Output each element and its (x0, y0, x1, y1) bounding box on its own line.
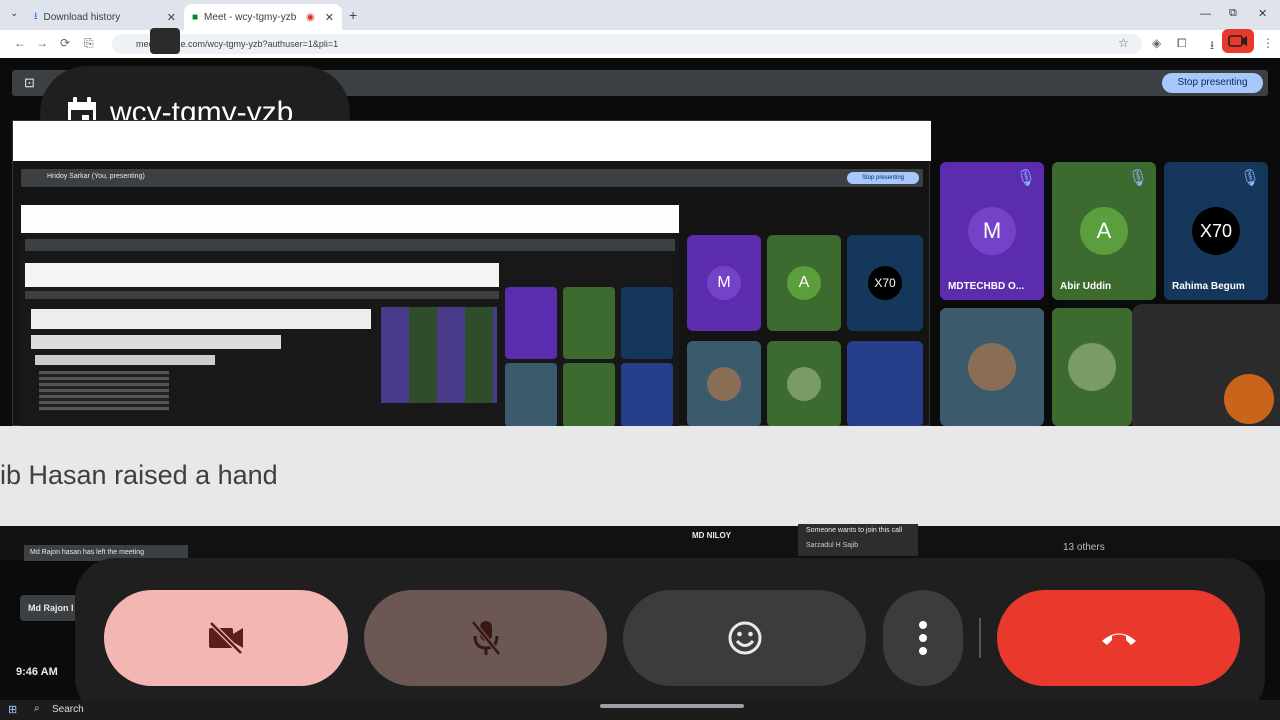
present-icon: ⊡ (24, 75, 35, 90)
maximize-icon[interactable]: ⧉ (1229, 7, 1237, 20)
close-icon[interactable]: ✕ (167, 11, 176, 24)
forward-icon[interactable]: → (36, 36, 48, 50)
window-close-icon[interactable]: ✕ (1258, 7, 1267, 20)
controls-divider (979, 618, 981, 658)
reactions-button[interactable] (623, 590, 866, 686)
taskbar-search-icon[interactable]: ⌕ (34, 703, 40, 714)
back-icon[interactable]: ← (14, 36, 26, 50)
join-request-text: Someone wants to join this call (806, 527, 903, 534)
clock: 9:46 AM (16, 666, 58, 678)
inner-presenting-title: Hridoy Sarkar (You, presenting) (47, 173, 145, 180)
recording-icon: ◉ (306, 11, 315, 23)
meet-icon: ■ (192, 11, 199, 23)
avatar: A (1080, 207, 1128, 255)
tab-layout-icon[interactable]: ⎘ (84, 36, 94, 51)
menu-kebab-icon[interactable]: ⋮ (1262, 36, 1274, 50)
gesture-home-bar[interactable] (600, 704, 744, 708)
shared-screen: Hridoy Sarkar (You, presenting) Stop pre… (12, 120, 931, 427)
tab-search-icon[interactable]: ⌄ (10, 8, 18, 19)
raised-hand-notice: ib Hasan raised a hand (0, 460, 278, 490)
more-vert-icon (919, 621, 927, 655)
windows-start-icon[interactable]: ⊞ (8, 703, 17, 716)
emoji-icon (728, 621, 761, 655)
tab-meet[interactable]: ■ Meet - wcy-tgmy-yzb ◉ ✕ (184, 4, 342, 30)
url-bar[interactable]: meet.google.com/wcy-tgmy-yzb?authuser=1&… (112, 34, 1142, 54)
participant-tile[interactable] (1052, 308, 1132, 426)
others-count: 13 others (1063, 542, 1105, 553)
mic-off-icon: 🎙 (1127, 170, 1148, 187)
mic-off-icon (470, 620, 501, 656)
puzzle-icon[interactable]: ⧠ (1177, 36, 1187, 51)
join-request-name: Sarzadul H Sajib (806, 542, 859, 549)
bookmark-star-icon[interactable]: ☆ (1118, 36, 1129, 50)
camera-off-icon (209, 621, 243, 655)
os-taskbar (0, 700, 1280, 720)
participant-tile[interactable]: 🎙 A Abir Uddin (1052, 162, 1156, 300)
avatar-photo (1068, 343, 1116, 391)
close-icon[interactable]: ✕ (325, 11, 334, 24)
download-icon: ⭳ (34, 10, 38, 22)
join-request-card[interactable]: Someone wants to join this call Sarzadul… (798, 524, 918, 556)
participant-tile[interactable]: 🎙 X70 Rahima Begum (1164, 162, 1268, 300)
new-tab-icon[interactable]: + (349, 7, 357, 23)
participant-tile[interactable] (940, 308, 1044, 426)
tab-title: Meet - wcy-tgmy-yzb (204, 11, 297, 23)
extension-overlay-icon[interactable] (150, 28, 180, 54)
reload-icon[interactable]: ⟳ (60, 36, 70, 50)
self-view-tile[interactable] (1132, 304, 1280, 426)
mic-toggle-button[interactable] (364, 590, 607, 686)
mic-off-icon: 🎙 (1239, 170, 1260, 187)
end-call-icon (1101, 633, 1136, 645)
stop-presenting-button[interactable]: Stop presenting (1162, 73, 1263, 93)
tab-download-history[interactable]: ⭳ Download history ✕ (26, 4, 184, 30)
mic-off-icon: 🎙 (1015, 170, 1036, 187)
taskbar-search-label[interactable]: Search (52, 704, 84, 715)
more-options-button[interactable] (883, 590, 963, 686)
self-tile-name: MD NILOY (692, 531, 732, 540)
camera-toggle-button[interactable] (104, 590, 348, 686)
extension-icon[interactable]: ◈ (1152, 36, 1161, 50)
avatar: M (968, 207, 1016, 255)
avatar: X70 (1192, 207, 1240, 255)
inner-stop-presenting-button: Stop presenting (847, 172, 919, 184)
browser-tabbar: ⌄ ⭳ Download history ✕ ■ Meet - wcy-tgmy… (0, 0, 1280, 30)
participant-name: Abir Uddin (1060, 281, 1112, 292)
participant-name: Rahima Begum (1172, 281, 1245, 292)
downloads-icon[interactable]: ⭳ (1210, 36, 1214, 57)
leave-call-button[interactable] (997, 590, 1240, 686)
screen-share-indicator-icon[interactable] (1222, 29, 1254, 53)
avatar-photo (968, 343, 1016, 391)
participant-tile[interactable]: 🎙 M MDTECHBD O... (940, 162, 1044, 300)
squirrel-avatar (1224, 374, 1274, 424)
participant-name: MDTECHBD O... (948, 281, 1025, 292)
tab-title: Download history (43, 11, 121, 23)
minimize-icon[interactable]: — (1200, 8, 1211, 20)
